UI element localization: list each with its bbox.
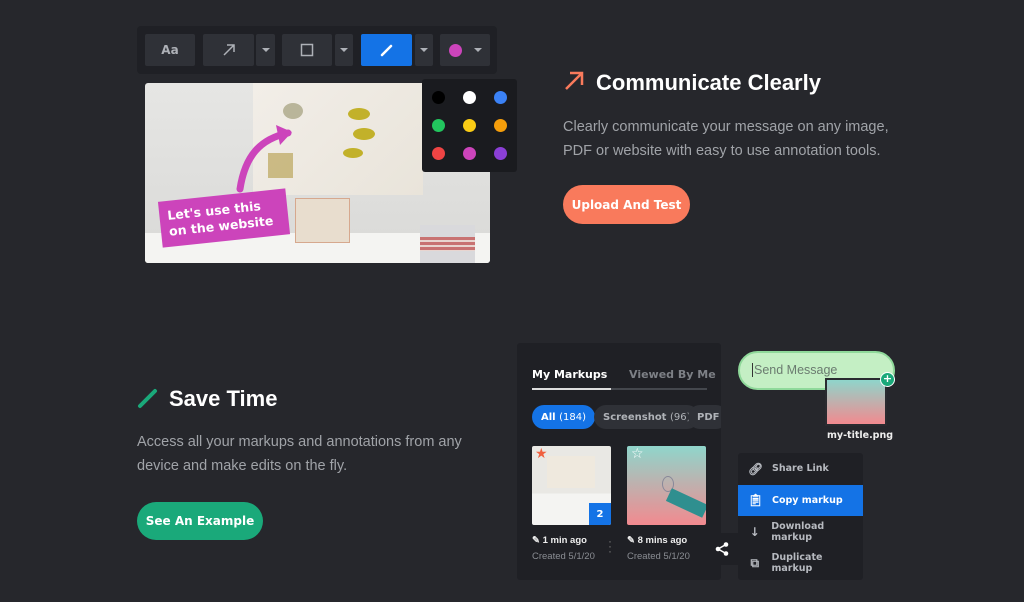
color-black[interactable] xyxy=(432,91,445,105)
filter-screenshot[interactable]: Screenshot (96) xyxy=(594,405,700,429)
attachment-thumbnail[interactable] xyxy=(825,378,887,426)
filter-pdf[interactable]: PDF xyxy=(688,405,721,429)
markup-created-date: Created 5/1/20 xyxy=(532,551,595,562)
clipboard-icon: 📋︎ xyxy=(748,493,764,508)
upload-and-test-button[interactable]: Upload And Test xyxy=(563,185,690,224)
color-white[interactable] xyxy=(463,91,476,105)
markup-edited-time: ✎ 8 mins ago xyxy=(627,535,688,546)
save-time-title: Save Time xyxy=(169,386,278,411)
menu-item-download-markup[interactable]: ↓ Download markup xyxy=(738,516,863,548)
color-orange[interactable] xyxy=(494,118,507,132)
rectangle-dropdown[interactable] xyxy=(335,34,353,66)
share-icon xyxy=(715,542,729,556)
pen-icon xyxy=(138,389,157,408)
markup-thumbnail[interactable]: ☆ xyxy=(627,446,706,525)
menu-item-copy-markup[interactable]: 📋︎ Copy markup xyxy=(738,484,863,516)
share-button[interactable] xyxy=(706,533,738,565)
square-icon xyxy=(300,43,314,57)
see-an-example-button[interactable]: See An Example xyxy=(137,502,263,540)
color-yellow[interactable] xyxy=(463,118,476,132)
markup-created-date: Created 5/1/20 xyxy=(627,551,690,562)
arrow-icon xyxy=(222,44,235,56)
current-color-swatch xyxy=(448,43,462,57)
text-tool-button[interactable]: Aa xyxy=(145,34,195,66)
add-icon[interactable]: + xyxy=(880,372,895,387)
duplicate-icon: ⧉ xyxy=(750,555,760,570)
pen-icon xyxy=(380,44,392,57)
rectangle-tool-button[interactable] xyxy=(282,34,332,66)
communicate-title: Communicate Clearly xyxy=(596,70,821,95)
annotation-arrow xyxy=(236,125,292,193)
caret-down-icon xyxy=(340,48,348,52)
attachment-filename: my-title.png xyxy=(827,430,894,441)
link-icon: 🔗︎ xyxy=(748,461,764,476)
caret-down-icon xyxy=(261,48,270,52)
color-purple[interactable] xyxy=(494,146,507,160)
color-green[interactable] xyxy=(432,118,445,132)
share-menu: 🔗︎ Share Link 📋︎ Copy markup ↓ Download mar… xyxy=(738,453,863,580)
more-options-icon[interactable]: · · · xyxy=(608,535,612,557)
markups-panel: My Markups Viewed By Me All (184) Screen… xyxy=(517,343,721,580)
color-red[interactable] xyxy=(432,146,445,160)
annotation-toolbar: Aa xyxy=(137,26,497,74)
color-magenta[interactable] xyxy=(463,146,476,160)
comment-count-badge: 2 xyxy=(589,503,611,525)
markup-thumbnail[interactable]: ★ 2 xyxy=(532,446,611,525)
download-icon: ↓ xyxy=(749,524,760,539)
arrow-tool-button[interactable] xyxy=(203,34,254,66)
markup-edited-time: ✎ 1 min ago xyxy=(532,535,587,546)
menu-item-share-link[interactable]: 🔗︎ Share Link xyxy=(738,453,863,485)
caret-down-icon xyxy=(473,48,482,52)
color-blue[interactable] xyxy=(494,91,507,105)
filter-all[interactable]: All (184) xyxy=(532,405,595,429)
save-time-description: Access all your markups and annotations … xyxy=(137,434,462,474)
star-outline-icon[interactable]: ☆ xyxy=(631,446,644,462)
menu-item-duplicate-markup[interactable]: ⧉ Duplicate markup xyxy=(738,548,863,580)
communicate-description: Clearly communicate your message on any … xyxy=(563,119,889,159)
arrow-dropdown[interactable] xyxy=(256,34,275,66)
pen-tool-button[interactable] xyxy=(361,34,412,66)
star-filled-icon[interactable]: ★ xyxy=(535,446,548,462)
pen-dropdown[interactable] xyxy=(415,34,433,66)
caret-down-icon xyxy=(420,48,428,52)
arrow-up-right-icon xyxy=(565,71,584,90)
color-palette xyxy=(422,79,517,172)
color-picker-button[interactable] xyxy=(440,34,490,66)
